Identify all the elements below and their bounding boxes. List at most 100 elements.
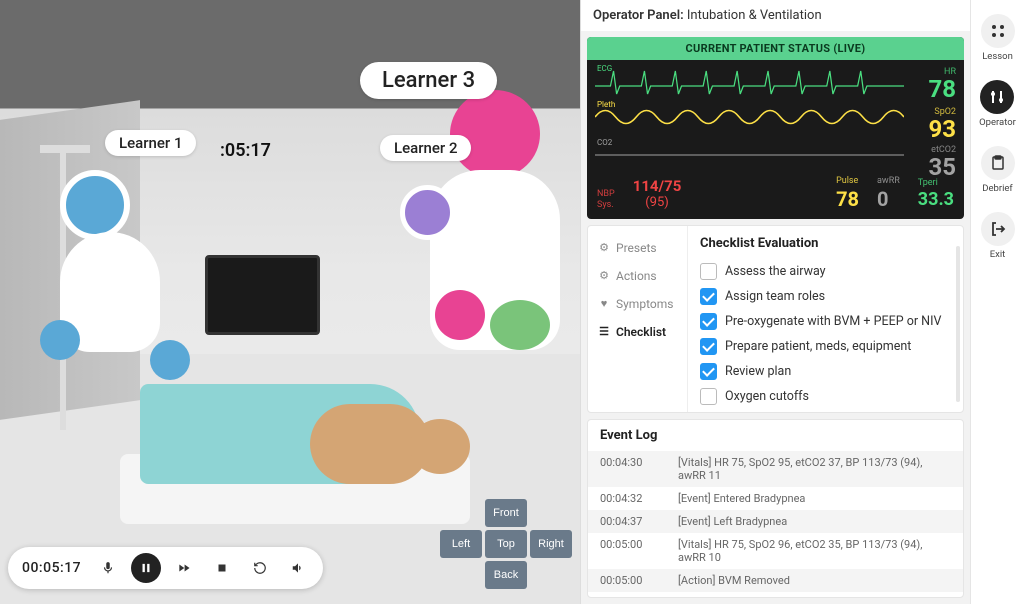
checkbox[interactable] bbox=[700, 388, 717, 405]
side-tabs: ⚙Presets ⚙Actions ♥Symptoms ☰Checklist bbox=[588, 226, 688, 412]
panel-title-prefix: Operator Panel: bbox=[593, 8, 684, 23]
ecg-wave-icon bbox=[595, 66, 904, 96]
camera-back-button[interactable]: Back bbox=[485, 561, 527, 589]
playback-time: 00:05:17 bbox=[18, 560, 85, 576]
co2-wave-label: CO2 bbox=[597, 138, 612, 147]
vitals-monitor: CURRENT PATIENT STATUS (LIVE) ECG Pleth … bbox=[587, 37, 964, 219]
camera-left-button[interactable]: Left bbox=[440, 530, 482, 558]
tperi-readout: Tperi 33.3 bbox=[918, 178, 954, 210]
event-log: Event Log 00:04:30 [Vitals] HR 75, SpO2 9… bbox=[587, 419, 964, 598]
checkbox[interactable] bbox=[700, 363, 717, 380]
sidebar-item-exit[interactable]: Exit bbox=[977, 208, 1019, 264]
co2-wave-icon bbox=[595, 140, 904, 170]
pause-icon bbox=[139, 561, 153, 575]
event-log-title: Event Log bbox=[588, 420, 963, 451]
checkbox[interactable] bbox=[700, 263, 717, 280]
stop-icon bbox=[215, 561, 229, 575]
hr-wave-label: ECG bbox=[597, 64, 612, 73]
fast-forward-button[interactable] bbox=[169, 553, 199, 583]
pulse-readout: Pulse 78 bbox=[836, 176, 859, 211]
checklist-item[interactable]: Review plan bbox=[700, 359, 957, 384]
checklist-item-label: Pre-oxygenate with BVM + PEEP or NIV bbox=[725, 314, 941, 329]
checklist-item[interactable]: Assess the airway bbox=[700, 259, 957, 284]
checklist-title: Checklist Evaluation bbox=[700, 236, 957, 251]
log-row[interactable]: 00:04:32 [Event] Entered Bradypnea bbox=[588, 487, 963, 510]
tab-checklist[interactable]: ☰Checklist bbox=[588, 318, 687, 346]
etco2-value: etCO235 bbox=[928, 146, 956, 179]
checklist-item[interactable]: Administer medications bbox=[700, 409, 957, 412]
event-log-rows[interactable]: 00:04:30 [Vitals] HR 75, SpO2 95, etCO2 3… bbox=[588, 451, 963, 597]
hr-waveform: ECG bbox=[595, 66, 904, 96]
sidebar-item-operator[interactable]: Operator bbox=[975, 76, 1020, 132]
volume-button[interactable] bbox=[283, 553, 313, 583]
camera-nav: Front Left Top Right Back bbox=[440, 499, 572, 589]
sidebar-item-debrief[interactable]: Debrief bbox=[977, 142, 1019, 198]
checklist-item[interactable]: Pre-oxygenate with BVM + PEEP or NIV bbox=[700, 309, 957, 334]
log-row[interactable]: 00:04:30 [Vitals] HR 75, SpO2 95, etCO2 3… bbox=[588, 451, 963, 487]
log-message: [Event] Left Bradypnea bbox=[678, 515, 951, 528]
checkbox[interactable] bbox=[700, 338, 717, 355]
checkbox[interactable] bbox=[700, 313, 717, 330]
scrollbar[interactable] bbox=[956, 246, 960, 402]
viewport-timer: :05:17 bbox=[220, 140, 271, 161]
operator-panel: Operator Panel: Intubation & Ventilation… bbox=[580, 0, 970, 604]
log-time: 00:04:37 bbox=[600, 515, 658, 528]
log-row[interactable]: 00:04:37 [Event] Left Bradypnea bbox=[588, 510, 963, 533]
replay-icon bbox=[253, 561, 267, 575]
awrr-readout: awRR 0 bbox=[877, 176, 900, 211]
log-row[interactable]: 00:05:00 [Vitals] HR 75, SpO2 96, etCO2 3… bbox=[588, 533, 963, 569]
patient-head bbox=[410, 419, 470, 474]
checklist-item[interactable]: Oxygen cutoffs bbox=[700, 384, 957, 409]
log-message: [Vitals] HR 75, SpO2 95, etCO2 37, BP 11… bbox=[678, 456, 951, 482]
log-message: [Event] Entered Bradypnea bbox=[678, 492, 951, 505]
tab-symptoms[interactable]: ♥Symptoms bbox=[588, 290, 687, 318]
playback-bar: 00:05:17 bbox=[8, 547, 323, 589]
hr-value: HR78 bbox=[928, 68, 956, 101]
tab-actions[interactable]: ⚙Actions bbox=[588, 262, 687, 290]
log-time: 00:04:30 bbox=[600, 456, 658, 482]
bedside-monitor bbox=[205, 255, 320, 335]
log-time: 00:04:32 bbox=[600, 492, 658, 505]
replay-button[interactable] bbox=[245, 553, 275, 583]
mic-icon bbox=[101, 561, 115, 575]
log-row[interactable]: 00:05:00 [Action] BVM Removed bbox=[588, 569, 963, 592]
checklist-item-label: Assign team roles bbox=[725, 289, 825, 304]
pleth-wave-icon bbox=[595, 102, 904, 132]
stop-button[interactable] bbox=[207, 553, 237, 583]
etco2-waveform: CO2 bbox=[595, 140, 904, 170]
clipboard-icon bbox=[981, 146, 1015, 180]
spo2-value: SpO293 bbox=[928, 108, 956, 141]
sliders-dark-icon bbox=[980, 80, 1014, 114]
list-icon: ☰ bbox=[598, 325, 610, 338]
log-row[interactable]: 00:05:05[Checklist] Checked: Prepare pat… bbox=[588, 592, 963, 597]
checklist-area[interactable]: Checklist Evaluation Assess the airway As… bbox=[688, 226, 963, 412]
spo2-waveform: Pleth bbox=[595, 102, 904, 132]
mic-button[interactable] bbox=[93, 553, 123, 583]
camera-right-button[interactable]: Right bbox=[530, 530, 572, 558]
learner2-avatar bbox=[400, 185, 455, 240]
vitals-body: ECG Pleth CO2 HR78 SpO293 etCO235 bbox=[587, 60, 964, 172]
nbp-readout: NBPSys. bbox=[597, 189, 615, 211]
checklist-item[interactable]: Prepare patient, meds, equipment bbox=[700, 334, 957, 359]
fast-forward-icon bbox=[177, 561, 191, 575]
camera-front-button[interactable]: Front bbox=[485, 499, 527, 527]
checklist-item[interactable]: Assign team roles bbox=[700, 284, 957, 309]
log-time: 00:05:00 bbox=[600, 574, 658, 587]
log-message: [Vitals] HR 75, SpO2 96, etCO2 35, BP 11… bbox=[678, 538, 951, 564]
log-message: [Action] BVM Removed bbox=[678, 574, 951, 587]
camera-top-button[interactable]: Top bbox=[485, 530, 527, 558]
checklist-item-label: Review plan bbox=[725, 364, 791, 379]
log-time: 00:05:00 bbox=[600, 538, 658, 564]
panel-header: Operator Panel: Intubation & Ventilation bbox=[581, 0, 970, 31]
pause-button[interactable] bbox=[131, 553, 161, 583]
simulation-viewport[interactable]: Learner 1 Learner 2 Learner 3 :05:17 00:… bbox=[0, 0, 580, 604]
learner2-label: Learner 2 bbox=[380, 135, 471, 161]
checkbox[interactable] bbox=[700, 288, 717, 305]
vitals-banner: CURRENT PATIENT STATUS (LIVE) bbox=[587, 37, 964, 60]
vitals-footer: NBPSys. 114/75 (95) Pulse 78 awRR 0 Tper… bbox=[587, 172, 964, 219]
sidebar-item-lesson[interactable]: Lesson bbox=[977, 10, 1019, 66]
learner1-avatar bbox=[60, 170, 160, 352]
tab-presets[interactable]: ⚙Presets bbox=[588, 234, 687, 262]
mid-section: ⚙Presets ⚙Actions ♥Symptoms ☰Checklist C… bbox=[587, 225, 964, 413]
learner1-label: Learner 1 bbox=[105, 130, 196, 156]
